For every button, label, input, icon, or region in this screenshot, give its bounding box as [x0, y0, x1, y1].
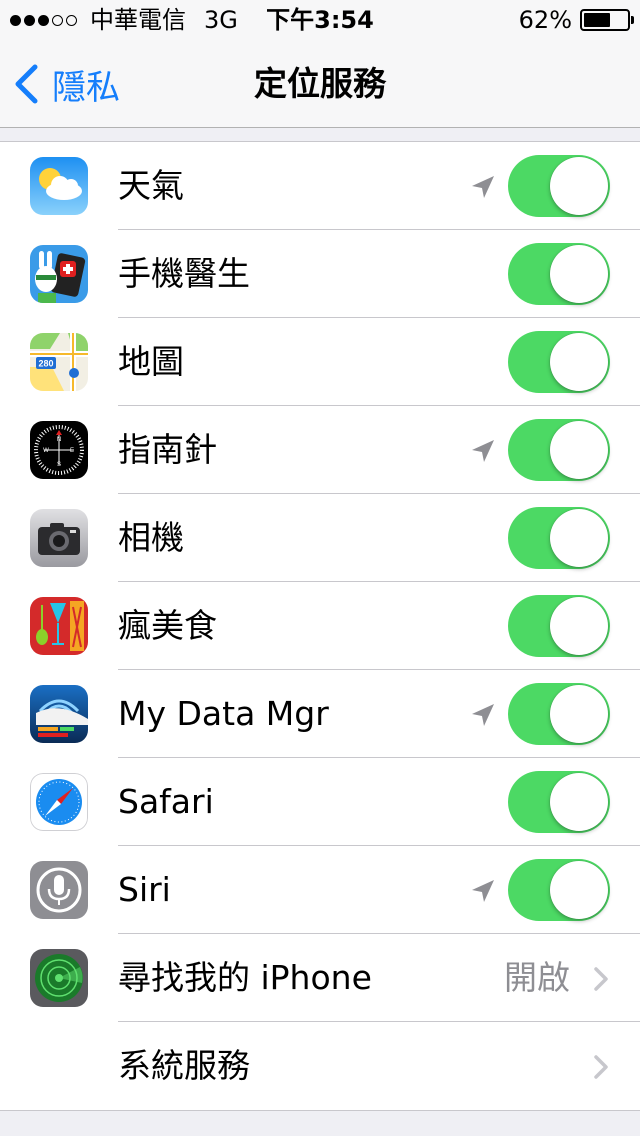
list-item-system-services[interactable]: 系統服務 [0, 1022, 640, 1110]
phone-doctor-icon [30, 245, 88, 303]
list-item-food-app: 瘋美食 [0, 582, 640, 670]
food-app-icon [30, 597, 88, 655]
list-item-compass: N S E W 指南針 [0, 406, 640, 494]
app-label: 尋找我的 iPhone [118, 958, 372, 997]
battery-icon [580, 9, 634, 31]
list-item-maps: 280 地圖 [0, 318, 640, 406]
app-label: 瘋美食 [118, 606, 217, 645]
svg-text:W: W [43, 448, 49, 454]
siri-icon [30, 861, 88, 919]
app-label: 手機醫生 [118, 254, 250, 293]
safari-icon [30, 773, 88, 831]
svg-text:N: N [57, 437, 61, 443]
camera-icon [30, 509, 88, 567]
location-arrow-icon [472, 176, 494, 198]
app-label: 地圖 [118, 342, 184, 381]
app-label: 指南針 [118, 430, 217, 469]
list-item-phone-doctor: 手機醫生 [0, 230, 640, 318]
status-value: 開啟 [504, 958, 570, 997]
location-services-list: 天氣 手機醫生 280 地圖 N S E W 指南針 相機 瘋美食 My Dat… [0, 141, 640, 1111]
location-toggle-maps[interactable] [508, 331, 610, 393]
app-label: 天氣 [118, 166, 184, 205]
navigation-bar: 隱私 定位服務 [0, 40, 640, 128]
status-right: 62% [518, 0, 634, 40]
list-item-my-data-mgr: My Data Mgr [0, 670, 640, 758]
app-label: My Data Mgr [118, 694, 329, 733]
data-manager-icon [30, 685, 88, 743]
chevron-right-icon [594, 967, 608, 991]
location-arrow-icon [472, 704, 494, 726]
app-label: Siri [118, 870, 171, 909]
location-toggle-my-data-mgr[interactable] [508, 683, 610, 745]
location-toggle-siri[interactable] [508, 859, 610, 921]
maps-badge-text: 280 [38, 359, 53, 369]
location-toggle-camera[interactable] [508, 507, 610, 569]
svg-text:S: S [57, 462, 61, 468]
list-item-safari: Safari [0, 758, 640, 846]
list-item-camera: 相機 [0, 494, 640, 582]
app-label: 系統服務 [118, 1046, 250, 1085]
app-label: Safari [118, 782, 214, 821]
location-arrow-icon [472, 440, 494, 462]
page-title: 定位服務 [254, 64, 386, 103]
list-item-find-my-iphone[interactable]: 尋找我的 iPhone 開啟 [0, 934, 640, 1022]
status-bar: 中華電信 3G 下午3:54 62% [0, 0, 640, 40]
list-item-siri: Siri [0, 846, 640, 934]
app-label: 相機 [118, 518, 184, 557]
location-toggle-food-app[interactable] [508, 595, 610, 657]
battery-level [584, 13, 611, 27]
location-arrow-icon [472, 880, 494, 902]
weather-icon [30, 157, 88, 215]
compass-icon: N S E W [30, 421, 88, 479]
location-toggle-safari[interactable] [508, 771, 610, 833]
location-toggle-phone-doctor[interactable] [508, 243, 610, 305]
list-item-weather: 天氣 [0, 142, 640, 230]
chevron-right-icon [594, 1055, 608, 1079]
maps-icon: 280 [30, 333, 88, 391]
battery-percent: 62% [518, 6, 572, 34]
find-my-iphone-icon [30, 949, 88, 1007]
location-toggle-weather[interactable] [508, 155, 610, 217]
location-toggle-compass[interactable] [508, 419, 610, 481]
svg-text:E: E [70, 448, 74, 454]
